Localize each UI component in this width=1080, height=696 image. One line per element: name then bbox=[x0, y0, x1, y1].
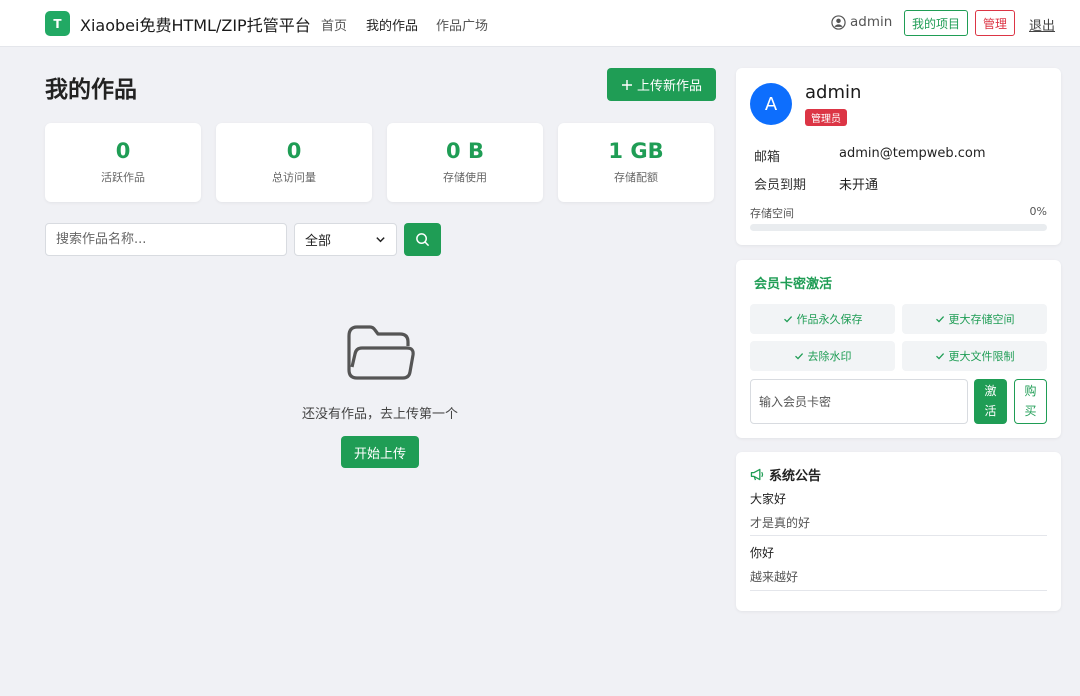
membership-title: 会员卡密激活 bbox=[754, 277, 833, 292]
search-input[interactable] bbox=[45, 223, 287, 256]
feature-label: 更大存储空间 bbox=[948, 313, 1015, 326]
stat-card-storage-quota: 1 GB 存储配额 bbox=[558, 123, 714, 202]
feature-label: 去除水印 bbox=[807, 350, 852, 363]
avatar: A bbox=[750, 83, 792, 125]
email-label: 邮箱 bbox=[754, 150, 781, 165]
logo-icon[interactable]: T bbox=[45, 11, 70, 36]
announcement-item-title: 大家好 bbox=[750, 492, 787, 506]
stat-value: 0 bbox=[115, 139, 131, 163]
stat-value: 0 bbox=[286, 139, 302, 163]
top-navbar: T Xiaobei免费HTML/ZIP托管平台 首页 我的作品 作品广场 adm… bbox=[0, 0, 1080, 47]
logout-link[interactable]: 退出 bbox=[1029, 15, 1055, 34]
expiry-label: 会员到期 bbox=[754, 178, 807, 193]
search-icon bbox=[416, 233, 430, 247]
announcement-title: 系统公告 bbox=[750, 465, 821, 484]
feature-larger-files: 更大文件限制 bbox=[902, 341, 1047, 371]
plus-icon bbox=[621, 79, 632, 90]
storage-label: 存储空间 bbox=[750, 207, 794, 220]
stat-label: 存储配额 bbox=[614, 171, 658, 184]
announcement-item-body: 越来越好 bbox=[750, 570, 799, 584]
announcement-item: 大家好 才是真的好 bbox=[750, 490, 1047, 536]
announcement-item-body: 才是真的好 bbox=[750, 516, 811, 530]
membership-card: 会员卡密激活 作品永久保存 更大存储空间 去除水印 更大文件限制 激活 购买 bbox=[736, 260, 1061, 438]
filter-selected-value: 全部 bbox=[305, 234, 332, 249]
filter-select[interactable]: 全部 bbox=[294, 223, 397, 256]
storage-progress-bar bbox=[750, 224, 1047, 231]
admin-button[interactable]: 管理 bbox=[975, 10, 1016, 36]
stat-label: 总访问量 bbox=[272, 171, 316, 184]
user-circle-icon bbox=[831, 14, 846, 30]
stat-value: 1 GB bbox=[608, 139, 664, 163]
stat-label: 活跃作品 bbox=[101, 171, 145, 184]
expiry-value: 未开通 bbox=[839, 178, 879, 193]
check-icon bbox=[935, 353, 944, 360]
feature-label: 作品永久保存 bbox=[796, 313, 863, 326]
stat-card-total-visits: 0 总访问量 bbox=[216, 123, 372, 202]
user-name: admin bbox=[850, 14, 893, 30]
profile-card: A admin 管理员 邮箱 admin@tempweb.com 会员到期 未开… bbox=[736, 68, 1061, 245]
announcement-item: 你好 越来越好 bbox=[750, 544, 1047, 591]
upload-new-work-button[interactable]: 上传新作品 bbox=[607, 68, 716, 101]
feature-permanent-save: 作品永久保存 bbox=[750, 304, 895, 334]
profile-username: admin bbox=[805, 82, 862, 103]
search-button[interactable] bbox=[404, 223, 441, 256]
megaphone-icon bbox=[750, 468, 764, 481]
user-menu[interactable]: admin bbox=[831, 14, 892, 30]
stat-card-storage-used: 0 B 存储使用 bbox=[387, 123, 543, 202]
card-key-input[interactable] bbox=[750, 379, 968, 424]
announcement-title-text: 系统公告 bbox=[769, 469, 822, 484]
feature-more-storage: 更大存储空间 bbox=[902, 304, 1047, 334]
start-upload-button[interactable]: 开始上传 bbox=[341, 436, 419, 468]
stat-label: 存储使用 bbox=[443, 171, 487, 184]
empty-state-text: 还没有作品，去上传第一个 bbox=[301, 407, 458, 422]
my-projects-button[interactable]: 我的项目 bbox=[904, 10, 969, 36]
check-icon bbox=[794, 353, 803, 360]
role-badge: 管理员 bbox=[805, 109, 847, 126]
stat-value: 0 B bbox=[446, 139, 484, 163]
feature-label: 更大文件限制 bbox=[948, 350, 1015, 363]
buy-button[interactable]: 购买 bbox=[1014, 379, 1047, 424]
announcement-item-title: 你好 bbox=[750, 546, 775, 560]
announcement-card: 系统公告 大家好 才是真的好 你好 越来越好 bbox=[736, 452, 1061, 611]
nav-my-works[interactable]: 我的作品 bbox=[366, 15, 418, 34]
brand-title[interactable]: Xiaobei免费HTML/ZIP托管平台 bbox=[80, 12, 311, 36]
check-icon bbox=[935, 316, 944, 323]
nav-gallery[interactable]: 作品广场 bbox=[436, 15, 488, 34]
feature-remove-watermark: 去除水印 bbox=[750, 341, 895, 371]
upload-button-label: 上传新作品 bbox=[636, 79, 702, 94]
nav-home[interactable]: 首页 bbox=[321, 15, 347, 34]
chevron-down-icon bbox=[376, 237, 385, 243]
stat-card-active-works: 0 活跃作品 bbox=[45, 123, 201, 202]
email-value: admin@tempweb.com bbox=[839, 146, 986, 161]
page-title: 我的作品 bbox=[45, 77, 137, 103]
storage-percent: 0% bbox=[1029, 205, 1047, 218]
activate-button[interactable]: 激活 bbox=[974, 379, 1007, 424]
folder-open-icon bbox=[347, 325, 415, 380]
check-icon bbox=[783, 316, 792, 323]
